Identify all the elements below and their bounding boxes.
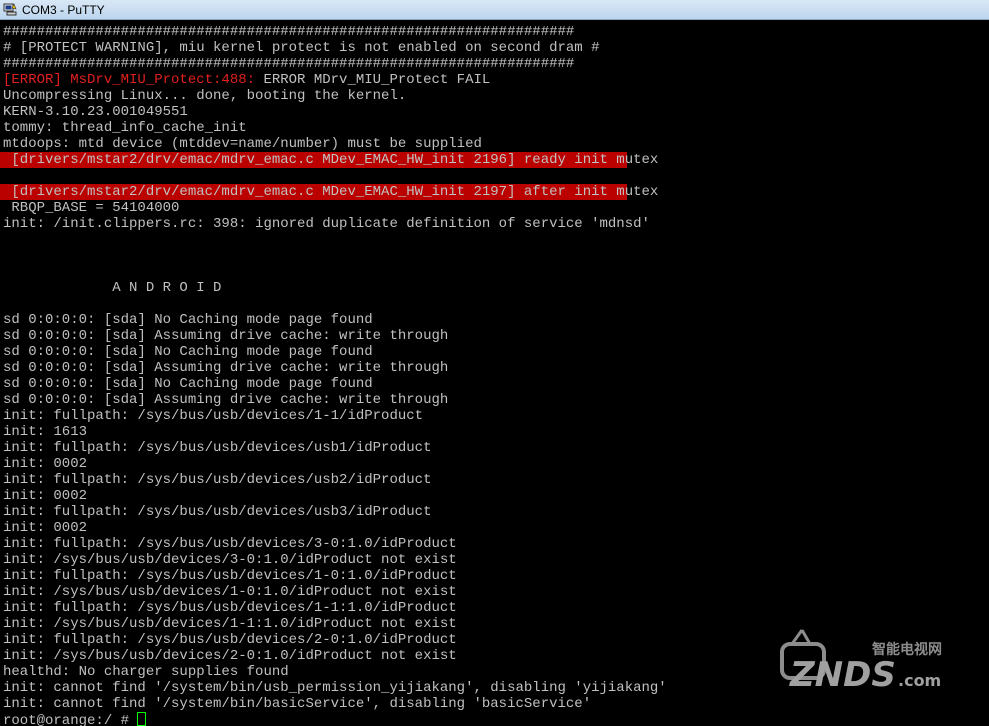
terminal-line: init: /init.clippers.rc: 398: ignored du… [3, 216, 650, 232]
terminal-line: mtdoops: mtd device (mtddev=name/number)… [3, 136, 482, 152]
window-titlebar[interactable]: COM3 - PuTTY [0, 0, 989, 20]
terminal-line: [drivers/mstar2/drv/emac/mdrv_emac.c MDe… [3, 184, 659, 200]
znds-watermark-logo: 智能电视网 ZNDS .com [780, 629, 942, 695]
terminal-line: sd 0:0:0:0: [sda] No Caching mode page f… [3, 376, 373, 392]
terminal-line: sd 0:0:0:0: [sda] No Caching mode page f… [3, 312, 373, 328]
error-line: [ERROR] MsDrv_MIU_Protect:488: ERROR MDr… [3, 72, 490, 88]
terminal-line: init: 0002 [3, 488, 88, 504]
terminal-line: init: cannot find '/system/bin/usb_permi… [3, 680, 667, 696]
terminal-line: ########################################… [3, 56, 575, 72]
error-message: ERROR MDrv_MIU_Protect FAIL [255, 72, 491, 88]
putty-icon [3, 3, 17, 16]
terminal-line: sd 0:0:0:0: [sda] Assuming drive cache: … [3, 392, 449, 408]
terminal-line: KERN-3.10.23.001049551 [3, 104, 188, 120]
terminal-line: [drivers/mstar2/drv/emac/mdrv_emac.c MDe… [3, 152, 659, 168]
terminal-line: init: fullpath: /sys/bus/usb/devices/1-1… [3, 408, 424, 424]
terminal-line: Uncompressing Linux... done, booting the… [3, 88, 407, 104]
terminal-line: init: /sys/bus/usb/devices/2-0:1.0/idPro… [3, 648, 457, 664]
android-banner: A N D R O I D [3, 280, 222, 296]
terminal-line: init: fullpath: /sys/bus/usb/devices/1-0… [3, 568, 457, 584]
terminal-line: healthd: No charger supplies found [3, 664, 289, 680]
terminal-line: init: /sys/bus/usb/devices/3-0:1.0/idPro… [3, 552, 457, 568]
text-cursor[interactable] [137, 712, 147, 726]
terminal-line: init: fullpath: /sys/bus/usb/devices/2-0… [3, 632, 457, 648]
terminal-line: init: fullpath: /sys/bus/usb/devices/usb… [3, 504, 432, 520]
shell-prompt: root@orange:/ # [3, 713, 138, 726]
watermark-brand: ZNDS [789, 655, 896, 695]
terminal-line: init: fullpath: /sys/bus/usb/devices/usb… [3, 440, 432, 456]
terminal-line: ########################################… [3, 24, 575, 40]
terminal-line: init: fullpath: /sys/bus/usb/devices/3-0… [3, 536, 457, 552]
error-prefix: [ERROR] MsDrv_MIU_Protect:488: [3, 72, 256, 88]
terminal-line: init: /sys/bus/usb/devices/1-1:1.0/idPro… [3, 616, 457, 632]
prompt-line[interactable]: root@orange:/ # [3, 712, 147, 726]
terminal-line: init: fullpath: /sys/bus/usb/devices/1-1… [3, 600, 457, 616]
terminal-line: sd 0:0:0:0: [sda] Assuming drive cache: … [3, 328, 449, 344]
terminal-line: init: 0002 [3, 520, 88, 536]
watermark-suffix: .com [898, 671, 941, 690]
terminal-line: sd 0:0:0:0: [sda] No Caching mode page f… [3, 344, 373, 360]
window-title: COM3 - PuTTY [22, 3, 105, 17]
terminal-line: init: /sys/bus/usb/devices/1-0:1.0/idPro… [3, 584, 457, 600]
terminal-line: sd 0:0:0:0: [sda] Assuming drive cache: … [3, 360, 449, 376]
terminal-line: init: 0002 [3, 456, 88, 472]
terminal-line: init: fullpath: /sys/bus/usb/devices/usb… [3, 472, 432, 488]
terminal-line: init: cannot find '/system/bin/basicServ… [3, 696, 592, 712]
terminal-line: tommy: thread_info_cache_init [3, 120, 247, 136]
terminal-output[interactable]: ########################################… [0, 20, 989, 726]
terminal-line: RBQP_BASE = 54104000 [3, 200, 180, 216]
terminal-line: # [PROTECT WARNING], miu kernel protect … [3, 40, 600, 56]
terminal-line: init: 1613 [3, 424, 88, 440]
